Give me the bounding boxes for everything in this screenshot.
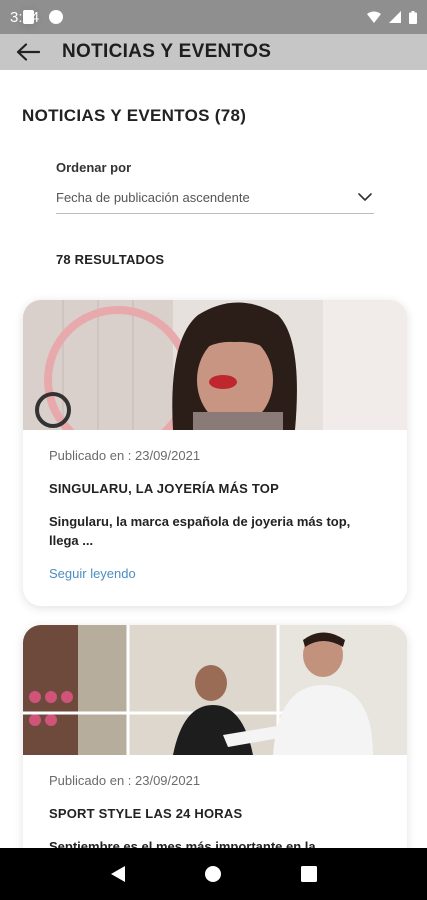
notification-icon (49, 10, 64, 24)
nav-recents-button[interactable] (289, 854, 329, 894)
system-navigation-bar (0, 848, 427, 900)
wifi-icon (367, 11, 381, 23)
news-date: Publicado en : 23/09/2021 (49, 448, 201, 463)
sim-card-icon (23, 10, 34, 24)
app-bar: NOTICIAS Y EVENTOS (0, 34, 427, 70)
news-date: Publicado en : 23/09/2021 (49, 773, 201, 788)
back-button[interactable] (0, 34, 56, 70)
sort-dropdown[interactable]: Fecha de publicación ascendente (56, 182, 374, 214)
news-photo (23, 625, 407, 755)
section-title: NOTICIAS Y EVENTOS (78) (22, 106, 247, 125)
news-card[interactable]: Publicado en : 23/09/2021 SINGULARU, LA … (23, 300, 407, 606)
circle-home-icon (205, 866, 222, 882)
news-image[interactable] (23, 625, 407, 755)
sort-label: Ordenar por (56, 160, 132, 175)
news-title: SINGULARU, LA JOYERÍA MÁS TOP (49, 481, 279, 496)
status-bar: 3:24 (0, 0, 427, 34)
triangle-back-icon (110, 866, 125, 882)
sort-selected-value: Fecha de publicación ascendente (56, 190, 250, 205)
nav-home-button[interactable] (193, 854, 233, 894)
news-card[interactable]: Publicado en : 23/09/2021 SPORT STYLE LA… (23, 625, 407, 848)
nav-back-button[interactable] (98, 854, 138, 894)
signal-icon (389, 11, 401, 23)
news-excerpt: Singularu, la marca española de joyeria … (49, 514, 351, 548)
app-bar-title: NOTICIAS Y EVENTOS (62, 41, 272, 62)
arrow-left-icon (16, 43, 40, 61)
news-list[interactable]: NOTICIAS Y EVENTOS (78) Ordenar por Fech… (0, 70, 427, 848)
news-title: SPORT STYLE LAS 24 HORAS (49, 806, 243, 821)
news-photo (23, 300, 407, 430)
read-more-link[interactable]: Seguir leyendo (49, 566, 136, 581)
chevron-down-icon (358, 193, 372, 201)
square-recents-icon (301, 866, 318, 882)
news-excerpt: Septiembre es el mes más importante en l… (49, 839, 316, 848)
results-count: 78 RESULTADOS (56, 252, 165, 267)
news-image[interactable] (23, 300, 407, 430)
battery-icon (409, 10, 417, 24)
